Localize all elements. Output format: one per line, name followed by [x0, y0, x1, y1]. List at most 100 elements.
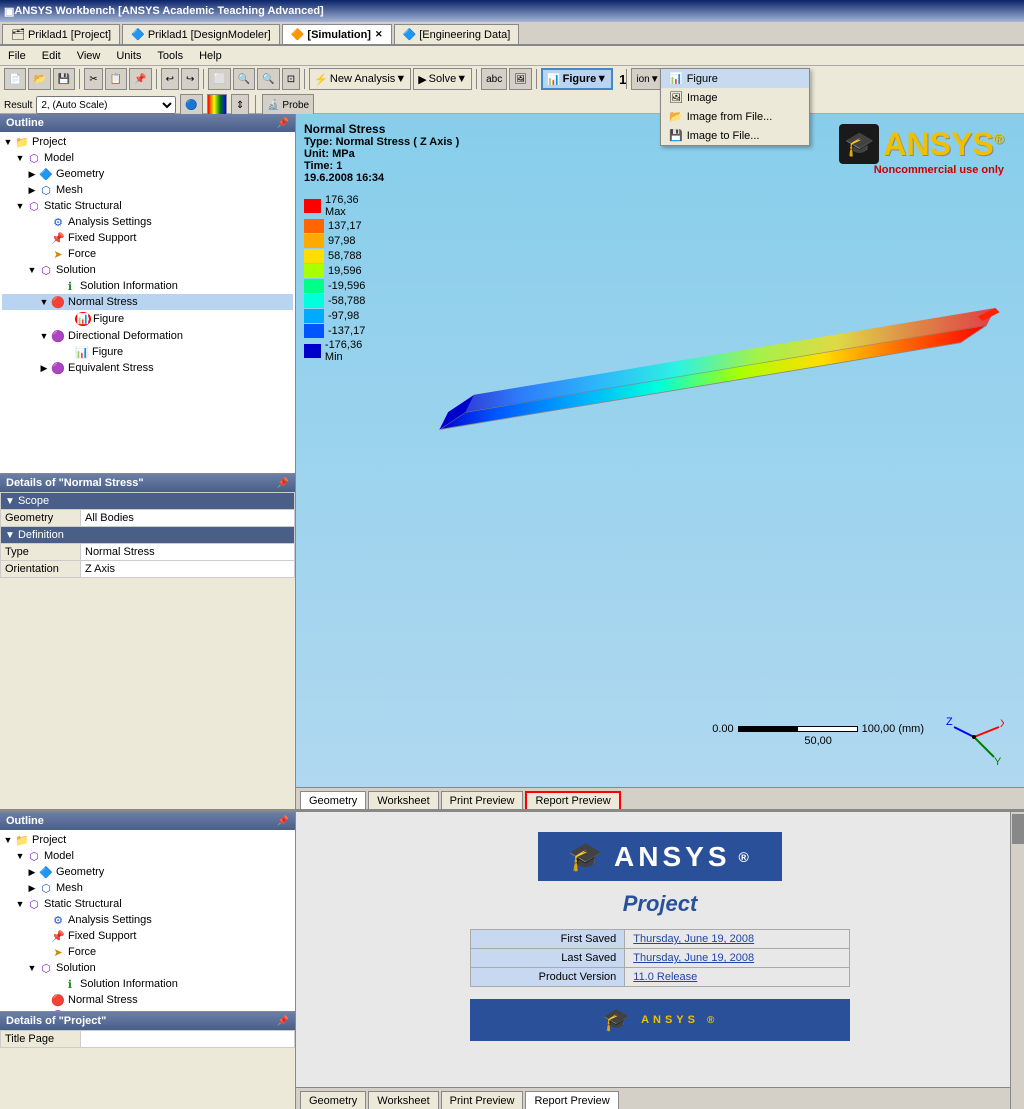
- menu-help[interactable]: Help: [195, 49, 226, 63]
- tree-mesh-expand[interactable]: ▶: [26, 185, 38, 196]
- tree-b-solution[interactable]: ▼ ⬡ Solution: [2, 960, 293, 976]
- outline-top-pin[interactable]: 📌: [277, 118, 289, 129]
- details-b-titlepage-row[interactable]: Title Page: [1, 1031, 295, 1048]
- tree-fixed-support[interactable]: 📌 Fixed Support: [2, 230, 293, 246]
- tree-b-fs[interactable]: 📌 Fixed Support: [2, 928, 293, 944]
- tab-project[interactable]: 🗂 Priklad1 [Project]: [2, 24, 120, 44]
- toolbar-save-btn[interactable]: 💾: [53, 68, 75, 90]
- report-view[interactable]: 🎓 ANSYS ® Project First Saved Thursday, …: [296, 812, 1024, 1087]
- toolbar-zoom-in[interactable]: 🔍: [233, 68, 255, 90]
- toolbar-paste-btn[interactable]: 📌: [129, 68, 151, 90]
- toolbar-new-btn[interactable]: 📄: [4, 68, 26, 90]
- tree-b-force[interactable]: ➤ Force: [2, 944, 293, 960]
- viewport[interactable]: Normal Stress Type: Normal Stress ( Z Ax…: [296, 114, 1024, 787]
- toolbar-cut-btn[interactable]: ✂: [84, 68, 102, 90]
- tree-b-sol-expand[interactable]: ▼: [26, 963, 38, 973]
- tree-project-expand[interactable]: ▼: [2, 137, 14, 147]
- tree-b-mesh-expand[interactable]: ▶: [26, 883, 38, 894]
- menu-units[interactable]: Units: [112, 49, 145, 63]
- tree-ns-expand[interactable]: ▼: [38, 297, 50, 307]
- tree-solution[interactable]: ▼ ⬡ Solution: [2, 262, 293, 278]
- bottom-tab-print-bot[interactable]: Print Preview: [441, 1091, 524, 1109]
- toolbar-undo-btn[interactable]: ↩: [161, 68, 179, 90]
- toolbar-zoom-fit[interactable]: ⬜: [208, 68, 230, 90]
- toolbar-result-icon-1[interactable]: 🔵: [180, 94, 202, 116]
- tree-normal-stress[interactable]: ▼ 🔴 Normal Stress: [2, 294, 293, 310]
- tree-b-mesh[interactable]: ▶ ⬡ Mesh: [2, 880, 293, 896]
- details-top-pin[interactable]: 📌: [277, 478, 289, 489]
- tree-static-structural[interactable]: ▼ ⬡ Static Structural: [2, 198, 293, 214]
- tree-b-model-expand[interactable]: ▼: [14, 851, 26, 861]
- details-geometry-row[interactable]: Geometry All Bodies: [1, 510, 295, 527]
- tree-dd-expand[interactable]: ▼: [38, 331, 50, 341]
- details-bottom-pin[interactable]: 📌: [277, 1016, 289, 1027]
- new-analysis-button[interactable]: ⚡ New Analysis ▼: [309, 68, 411, 90]
- toolbar-abc-btn[interactable]: abc: [481, 68, 507, 90]
- tree-b-dd[interactable]: ▶ 🟣 Directional Deformation: [2, 1008, 293, 1011]
- toolbar-open-btn[interactable]: 📂: [28, 68, 50, 90]
- tree-model-expand[interactable]: ▼: [14, 153, 26, 163]
- tree-model[interactable]: ▼ ⬡ Model: [2, 150, 293, 166]
- toolbar-zoom-out[interactable]: 🔍: [257, 68, 279, 90]
- menu-edit[interactable]: Edit: [38, 49, 65, 63]
- tree-b-project-expand[interactable]: ▼: [2, 835, 14, 845]
- tree-b-static-expand[interactable]: ▼: [14, 899, 26, 909]
- details-type-row[interactable]: Type Normal Stress: [1, 544, 295, 561]
- bottom-tab-worksheet-top[interactable]: Worksheet: [368, 791, 438, 809]
- toolbar-zoom-box[interactable]: ⊡: [282, 68, 300, 90]
- bottom-tab-worksheet-bot[interactable]: Worksheet: [368, 1091, 438, 1109]
- toolbar-result-color[interactable]: [207, 94, 227, 116]
- tree-es-expand[interactable]: ▶: [38, 363, 50, 374]
- tree-figure-1[interactable]: 📊 Figure: [2, 310, 293, 328]
- tab-simulation-close[interactable]: ✕: [375, 29, 383, 40]
- tree-mesh[interactable]: ▶ ⬡ Mesh: [2, 182, 293, 198]
- tree-project[interactable]: ▼ 📁 Project: [2, 134, 293, 150]
- report-scrollbar[interactable]: [1010, 812, 1024, 1109]
- bottom-tab-geometry-bot[interactable]: Geometry: [300, 1091, 366, 1109]
- tree-b-as[interactable]: ⚙ Analysis Settings: [2, 912, 293, 928]
- details-orientation-row[interactable]: Orientation Z Axis: [1, 561, 295, 578]
- context-menu-figure[interactable]: 📊 Figure: [661, 69, 809, 88]
- solve-button[interactable]: ▶ Solve ▼: [413, 68, 472, 90]
- figure-dropdown-button[interactable]: 📊 Figure ▼: [541, 68, 613, 90]
- tab-engineering[interactable]: 🔷 [Engineering Data]: [394, 24, 520, 44]
- tree-b-static[interactable]: ▼ ⬡ Static Structural: [2, 896, 293, 912]
- tree-solution-info[interactable]: ℹ Solution Information: [2, 278, 293, 294]
- toolbar-probe-btn[interactable]: 🔬 Probe: [262, 94, 314, 116]
- context-menu-image-to-file[interactable]: 💾 Image to File...: [661, 126, 809, 145]
- toolbar-img-btn[interactable]: 🖼: [509, 68, 532, 90]
- result-dropdown[interactable]: 2, (Auto Scale): [36, 96, 176, 114]
- tree-directional-deformation[interactable]: ▼ 🟣 Directional Deformation: [2, 328, 293, 344]
- tree-equivalent-stress[interactable]: ▶ 🟣 Equivalent Stress: [2, 360, 293, 376]
- bottom-tab-print-top[interactable]: Print Preview: [441, 791, 524, 809]
- bottom-tab-report-bot[interactable]: Report Preview: [525, 1091, 618, 1109]
- toolbar-redo-btn[interactable]: ↪: [181, 68, 199, 90]
- tree-figure-2[interactable]: 📊 Figure: [2, 344, 293, 360]
- tab-designmodeler[interactable]: 🔷 Priklad1 [DesignModeler]: [122, 24, 280, 44]
- tree-analysis-settings[interactable]: ⚙ Analysis Settings: [2, 214, 293, 230]
- tab-simulation[interactable]: 🔶 [Simulation] ✕: [282, 24, 392, 44]
- tree-b-geometry[interactable]: ▶ 🔷 Geometry: [2, 864, 293, 880]
- tree-static-expand[interactable]: ▼: [14, 201, 26, 211]
- outline-bottom-pin[interactable]: 📌: [277, 816, 289, 827]
- bottom-tab-report-top[interactable]: Report Preview: [525, 791, 620, 809]
- tree-b-geo-expand[interactable]: ▶: [26, 867, 38, 878]
- tree-solution-expand[interactable]: ▼: [26, 265, 38, 275]
- menu-file[interactable]: File: [4, 49, 30, 63]
- tree-force[interactable]: ➤ Force: [2, 246, 293, 262]
- tree-b-ns[interactable]: 🔴 Normal Stress: [2, 992, 293, 1008]
- menu-view[interactable]: View: [73, 49, 105, 63]
- tree-b-si[interactable]: ℹ Solution Information: [2, 976, 293, 992]
- tree-geometry[interactable]: ▶ 🔷 Geometry: [2, 166, 293, 182]
- tree-b-dd-expand[interactable]: ▶: [38, 1011, 50, 1012]
- tree-b-project[interactable]: ▼ 📁 Project: [2, 832, 293, 848]
- toolbar-result-arrows[interactable]: ⇕: [231, 94, 249, 116]
- menu-tools[interactable]: Tools: [153, 49, 187, 63]
- tree-b-model[interactable]: ▼ ⬡ Model: [2, 848, 293, 864]
- context-menu-image-from-file[interactable]: 📂 Image from File...: [661, 107, 809, 126]
- bottom-tab-geometry-top[interactable]: Geometry: [300, 791, 366, 809]
- context-menu-image[interactable]: 🖼 Image: [661, 88, 809, 107]
- scrollbar-thumb[interactable]: [1012, 814, 1024, 844]
- toolbar-copy-btn[interactable]: 📋: [105, 68, 127, 90]
- tree-geometry-expand[interactable]: ▶: [26, 169, 38, 180]
